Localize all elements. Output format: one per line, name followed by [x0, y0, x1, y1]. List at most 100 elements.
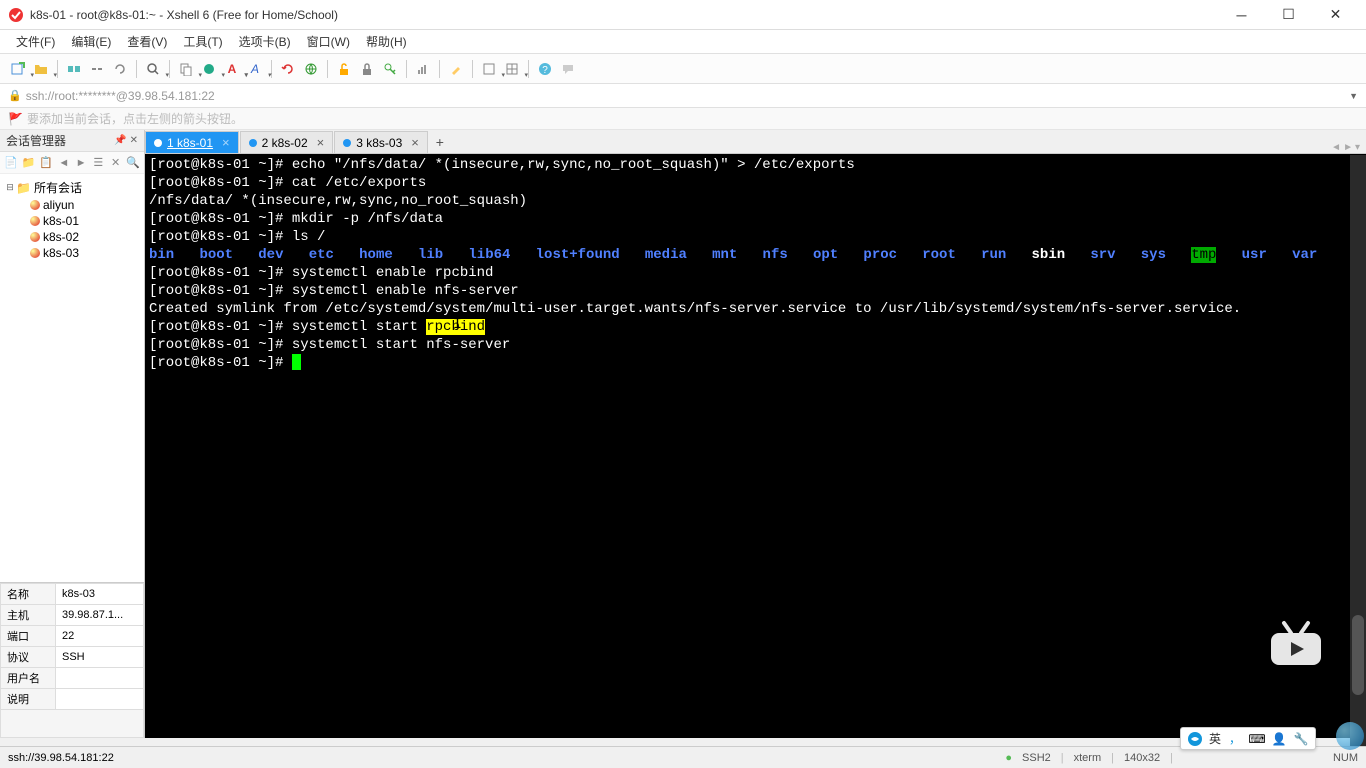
- tab-menu-icon[interactable]: ▾: [1355, 142, 1360, 153]
- tabs-nav: ◄ ► ▾: [1331, 142, 1366, 153]
- disconnect-icon[interactable]: [87, 59, 107, 79]
- status-term: xterm: [1074, 752, 1102, 764]
- chat-icon[interactable]: [558, 59, 578, 79]
- copy-icon[interactable]: [176, 59, 196, 79]
- close-button[interactable]: ✕: [1313, 1, 1358, 29]
- menu-view[interactable]: 查看(V): [119, 30, 175, 53]
- address-bar[interactable]: 🔒 ssh://root:********@39.98.54.181:22 ▼: [0, 84, 1366, 108]
- scrollbar-thumb[interactable]: [1352, 615, 1364, 695]
- session-item-k8s-03[interactable]: k8s-03: [4, 245, 140, 261]
- maximize-button[interactable]: ☐: [1266, 1, 1311, 29]
- menu-help[interactable]: 帮助(H): [358, 30, 415, 53]
- status-dot-icon: [154, 139, 162, 147]
- color-icon[interactable]: [199, 59, 219, 79]
- svg-text:?: ?: [542, 65, 548, 76]
- separator: [271, 60, 272, 78]
- status-dot-icon: [343, 139, 351, 147]
- tab-next-icon[interactable]: ►: [1343, 142, 1353, 153]
- folder-icon[interactable]: 📁: [22, 154, 36, 172]
- help-icon[interactable]: ?: [535, 59, 555, 79]
- prev-icon[interactable]: ◄: [57, 154, 70, 172]
- tab-close-icon[interactable]: ×: [317, 135, 325, 150]
- prop-proto-value: SSH: [56, 647, 144, 668]
- menu-bar: 文件(F) 编辑(E) 查看(V) 工具(T) 选项卡(B) 窗口(W) 帮助(…: [0, 30, 1366, 54]
- collapse-icon[interactable]: ⊟: [4, 182, 16, 193]
- prop-desc-value: [56, 689, 144, 710]
- session-icon: [30, 232, 40, 242]
- reconnect-icon[interactable]: [110, 59, 130, 79]
- search-icon[interactable]: [143, 59, 163, 79]
- ime-logo-icon: [1187, 731, 1203, 747]
- main-area: 会话管理器 📌 ✕ 📄 📁 📋 ◄ ► ☰ ✕ 🔍 ⊟ 📁 所有会话 aliyu…: [0, 130, 1366, 738]
- lock-icon[interactable]: [357, 59, 377, 79]
- ime-keyboard-icon[interactable]: ⌨: [1249, 731, 1265, 747]
- window-title: k8s-01 - root@k8s-01:~ - Xshell 6 (Free …: [30, 8, 1219, 22]
- separator: [169, 60, 170, 78]
- tab-close-icon[interactable]: ×: [222, 135, 230, 150]
- open-folder-icon[interactable]: [31, 59, 51, 79]
- title-bar: k8s-01 - root@k8s-01:~ - Xshell 6 (Free …: [0, 0, 1366, 30]
- chart-icon[interactable]: [413, 59, 433, 79]
- status-size: 140x32: [1124, 752, 1160, 764]
- terminal-cursor: [292, 354, 301, 370]
- session-item-k8s-02[interactable]: k8s-02: [4, 229, 140, 245]
- close-panel-icon[interactable]: ✕: [130, 135, 138, 146]
- status-ssh: SSH2: [1022, 752, 1051, 764]
- ime-taskbar[interactable]: 英 ， ⌨ 👤 🔧: [1180, 727, 1316, 750]
- separator: [472, 60, 473, 78]
- prop-user-label: 用户名: [1, 668, 56, 689]
- tab-k8s-03[interactable]: 3 k8s-03×: [334, 131, 428, 153]
- root-label: 所有会话: [34, 179, 82, 196]
- highlight-icon[interactable]: [446, 59, 466, 79]
- props-icon[interactable]: ☰: [92, 154, 105, 172]
- lock-icon: 🔒: [8, 89, 22, 102]
- add-tab-button[interactable]: +: [429, 131, 451, 153]
- ime-comma-icon[interactable]: ，: [1227, 731, 1243, 747]
- assistant-orb-icon[interactable]: [1336, 722, 1364, 750]
- ime-lang[interactable]: 英: [1209, 730, 1221, 747]
- layout2-icon[interactable]: [502, 59, 522, 79]
- tree-root[interactable]: ⊟ 📁 所有会话: [4, 178, 140, 197]
- connect-icon[interactable]: [64, 59, 84, 79]
- lock-open-icon[interactable]: [334, 59, 354, 79]
- layout1-icon[interactable]: [479, 59, 499, 79]
- new-icon[interactable]: 📄: [4, 154, 18, 172]
- session-manager-panel: 会话管理器 📌 ✕ 📄 📁 📋 ◄ ► ☰ ✕ 🔍 ⊟ 📁 所有会话 aliyu…: [0, 130, 145, 738]
- flag-icon: 🚩: [8, 112, 23, 126]
- tab-prev-icon[interactable]: ◄: [1331, 142, 1341, 153]
- menu-edit[interactable]: 编辑(E): [63, 30, 119, 53]
- tab-k8s-02[interactable]: 2 k8s-02×: [240, 131, 334, 153]
- terminal-scrollbar[interactable]: [1350, 155, 1366, 746]
- tab-k8s-01[interactable]: 1 k8s-01×: [145, 131, 239, 153]
- copy-icon[interactable]: 📋: [39, 154, 53, 172]
- menu-tabs[interactable]: 选项卡(B): [231, 30, 299, 53]
- menu-file[interactable]: 文件(F): [8, 30, 63, 53]
- globe-icon[interactable]: [301, 59, 321, 79]
- session-item-k8s-01[interactable]: k8s-01: [4, 213, 140, 229]
- tab-close-icon[interactable]: ×: [411, 135, 419, 150]
- font-icon[interactable]: A: [222, 59, 242, 79]
- menu-tools[interactable]: 工具(T): [175, 30, 230, 53]
- minimize-button[interactable]: ─: [1219, 1, 1264, 29]
- terminal[interactable]: [root@k8s-01 ~]# echo "/nfs/data/ *(inse…: [145, 154, 1366, 738]
- new-session-icon[interactable]: [8, 59, 28, 79]
- pin-icon[interactable]: 📌: [114, 135, 126, 146]
- hint-text: 要添加当前会话，点击左侧的箭头按钮。: [27, 110, 243, 127]
- prop-user-value: [56, 668, 144, 689]
- menu-window[interactable]: 窗口(W): [299, 30, 358, 53]
- ime-settings-icon[interactable]: 🔧: [1293, 731, 1309, 747]
- dropdown-icon[interactable]: ▼: [1349, 91, 1358, 101]
- session-properties: 名称k8s-03 主机39.98.87.1... 端口22 协议SSH 用户名 …: [0, 582, 144, 738]
- font-style-icon[interactable]: A: [245, 59, 265, 79]
- session-item-aliyun[interactable]: aliyun: [4, 197, 140, 213]
- refresh-icon[interactable]: [278, 59, 298, 79]
- tab-bar: 1 k8s-01× 2 k8s-02× 3 k8s-03× + ◄ ► ▾: [145, 130, 1366, 154]
- folder-icon: 📁: [16, 181, 31, 195]
- hint-bar: 🚩 要添加当前会话，点击左侧的箭头按钮。: [0, 108, 1366, 130]
- search-tree-icon[interactable]: 🔍: [126, 154, 140, 172]
- delete-icon[interactable]: ✕: [109, 154, 122, 172]
- separator: [528, 60, 529, 78]
- key-icon[interactable]: [380, 59, 400, 79]
- ime-user-icon[interactable]: 👤: [1271, 731, 1287, 747]
- next-icon[interactable]: ►: [74, 154, 87, 172]
